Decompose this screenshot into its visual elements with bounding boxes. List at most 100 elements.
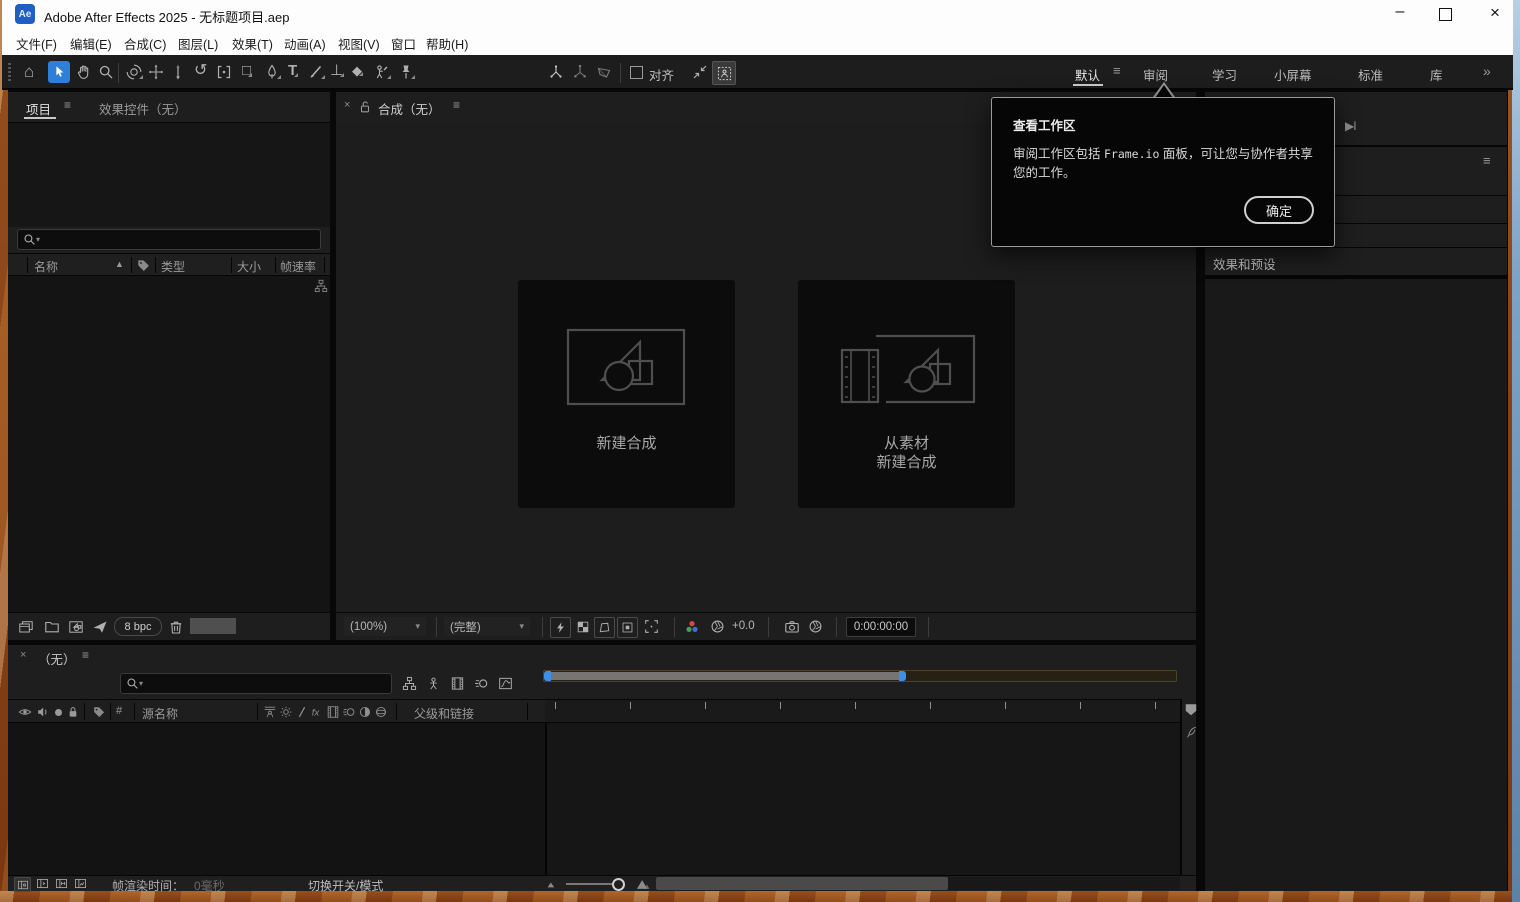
- maximize-button[interactable]: [1439, 8, 1452, 21]
- puppet-pin-tool-icon[interactable]: [398, 64, 414, 80]
- effects-presets-content[interactable]: [1205, 279, 1507, 891]
- quality-icon[interactable]: [295, 705, 309, 719]
- timeline-search-chevron-icon[interactable]: ▾: [139, 680, 143, 688]
- workspace-menu-icon[interactable]: ≡: [1113, 64, 1121, 77]
- hand-tool-icon[interactable]: [76, 64, 92, 80]
- project-search-input[interactable]: ▾: [17, 229, 321, 250]
- trash-icon[interactable]: [168, 619, 184, 635]
- popup-ok-button[interactable]: 确定: [1244, 196, 1314, 224]
- new-composition-from-footage-tile[interactable]: 从素材 新建合成: [798, 280, 1015, 508]
- view-axis-mode-icon[interactable]: [596, 64, 612, 80]
- minimize-button[interactable]: –: [1388, 4, 1412, 20]
- eye-column-icon[interactable]: [18, 705, 32, 719]
- snapshot-icon[interactable]: [784, 619, 800, 635]
- in-out-pane-icon[interactable]: [55, 877, 68, 890]
- navigator-handle-right[interactable]: [899, 671, 906, 681]
- menu-window[interactable]: 窗口: [391, 34, 416, 53]
- world-axis-mode-icon[interactable]: [572, 64, 588, 80]
- audio-column-icon[interactable]: [36, 705, 50, 719]
- timecode-display[interactable]: 0:00:00:00: [846, 617, 916, 637]
- timeline-search-input[interactable]: ▾: [120, 673, 392, 694]
- new-composition-tile[interactable]: 新建合成: [518, 280, 735, 508]
- timeline-navigator-track[interactable]: [543, 670, 1177, 682]
- magnification-dropdown[interactable]: (100%) ▾: [344, 617, 426, 636]
- timeline-hscrollbar-thumb[interactable]: [656, 877, 948, 890]
- project-renderer-icon[interactable]: [92, 619, 108, 635]
- menu-edit[interactable]: 编辑(E): [70, 34, 112, 53]
- adjustment-layer-switch-icon[interactable]: [358, 705, 372, 719]
- rectangle-tool-icon[interactable]: □: [242, 63, 251, 78]
- effect-switch-icon[interactable]: fx: [310, 705, 324, 719]
- 3d-layer-switch-icon[interactable]: [374, 705, 388, 719]
- timeline-panel-menu-icon[interactable]: ≡: [82, 649, 89, 661]
- selection-preview-toggle[interactable]: [712, 61, 736, 85]
- timeline-zoom-slider-track[interactable]: [566, 883, 614, 885]
- motion-blur-switch-icon[interactable]: [342, 705, 356, 719]
- mask-visibility-button[interactable]: [594, 617, 615, 638]
- text-tool-icon[interactable]: T: [288, 63, 297, 78]
- pan-camera-tool-icon[interactable]: [148, 64, 164, 80]
- region-of-interest-icon[interactable]: [644, 619, 659, 634]
- sort-ascending-icon[interactable]: ▲: [115, 260, 124, 269]
- tab-project[interactable]: 项目: [26, 99, 51, 118]
- mini-flowchart-icon[interactable]: [402, 676, 417, 691]
- workspace-overflow-icon[interactable]: »: [1483, 64, 1491, 78]
- timeline-label-column-icon[interactable]: [92, 705, 106, 719]
- timeline-tab-close-icon[interactable]: ×: [20, 650, 26, 661]
- column-type[interactable]: 类型: [161, 258, 185, 275]
- composition-panel-menu-icon[interactable]: ≡: [453, 99, 460, 111]
- show-snapshot-icon[interactable]: [808, 619, 823, 634]
- zoom-in-mountain-icon[interactable]: [636, 877, 650, 891]
- snap-label[interactable]: 对齐: [649, 65, 674, 84]
- workspace-tab-standard[interactable]: 标准: [1358, 65, 1383, 84]
- track-area[interactable]: [547, 723, 1180, 875]
- menu-file[interactable]: 文件(F): [16, 34, 57, 53]
- solo-column-icon[interactable]: [55, 709, 62, 716]
- workspace-tab-small-screen[interactable]: 小屏幕: [1274, 65, 1312, 84]
- clone-stamp-tool-icon[interactable]: ⊥: [330, 63, 343, 78]
- menu-view[interactable]: 视图(V): [338, 34, 380, 53]
- last-frame-icon[interactable]: ▶I: [1345, 119, 1356, 133]
- graph-editor-icon[interactable]: [498, 676, 513, 691]
- reset-exposure-icon[interactable]: [710, 619, 725, 634]
- orbit-camera-tool-icon[interactable]: [126, 64, 142, 80]
- shrink-ui-icon[interactable]: [692, 64, 708, 80]
- column-source-name[interactable]: 源名称: [142, 705, 178, 722]
- resolution-dropdown[interactable]: (完整) ▾: [444, 617, 530, 636]
- camera-tool-icon[interactable]: [216, 64, 232, 80]
- column-number[interactable]: #: [116, 705, 122, 717]
- selection-tool-icon[interactable]: [48, 61, 70, 83]
- snap-checkbox[interactable]: [630, 66, 643, 79]
- workspace-tab-learn[interactable]: 学习: [1212, 65, 1237, 84]
- tab-timeline[interactable]: （无）: [38, 649, 76, 668]
- quill-icon[interactable]: [1184, 725, 1198, 739]
- project-footer-scrollbar[interactable]: [190, 618, 236, 634]
- rotate-tool-icon[interactable]: ↺: [194, 63, 207, 79]
- roto-brush-tool-icon[interactable]: [374, 64, 390, 80]
- tab-composition[interactable]: 合成（无）: [378, 99, 441, 118]
- menu-layer[interactable]: 图层(L): [178, 34, 218, 53]
- transfer-controls-pane-icon[interactable]: [36, 877, 49, 890]
- navigator-handle-left[interactable]: [544, 671, 551, 681]
- toggle-switches-modes-button[interactable]: 切换开关/模式: [308, 877, 383, 894]
- draft-3d-icon[interactable]: [426, 676, 441, 691]
- close-button[interactable]: ×: [1483, 4, 1507, 21]
- zoom-tool-icon[interactable]: [98, 64, 114, 80]
- composition-tab-close-icon[interactable]: ×: [344, 100, 350, 111]
- eraser-tool-icon[interactable]: ◆: [352, 64, 362, 77]
- timeline-hscrollbar-track[interactable]: [656, 877, 1180, 890]
- tab-effect-controls[interactable]: 效果控件（无）: [99, 99, 187, 118]
- expand-layer-switches-button[interactable]: [14, 877, 31, 892]
- search-chevron-icon[interactable]: ▾: [36, 236, 40, 244]
- fast-preview-button[interactable]: [550, 617, 571, 638]
- right-panel-menu-icon[interactable]: ≡: [1483, 154, 1491, 167]
- bit-depth-button[interactable]: 8 bpc: [114, 617, 162, 636]
- render-time-pane-icon[interactable]: [74, 877, 87, 890]
- interpret-footage-icon[interactable]: [18, 619, 34, 635]
- frame-blending-icon[interactable]: [450, 676, 465, 691]
- transparency-grid-icon[interactable]: [576, 620, 590, 634]
- guides-options-button[interactable]: [617, 617, 638, 638]
- menu-composition[interactable]: 合成(C): [124, 34, 166, 53]
- comp-marker-bin-icon[interactable]: [1184, 702, 1198, 717]
- time-ruler[interactable]: [545, 699, 1182, 723]
